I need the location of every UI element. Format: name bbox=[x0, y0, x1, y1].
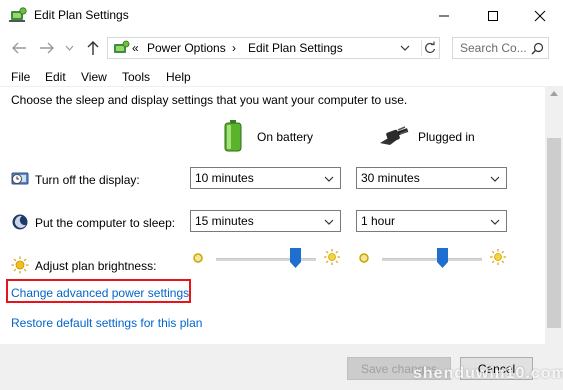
brightness-low-icon bbox=[193, 253, 203, 263]
slider-track bbox=[216, 258, 316, 261]
brightness-high-icon bbox=[324, 249, 340, 265]
forward-button[interactable] bbox=[38, 39, 56, 57]
display-off-plugged-select[interactable]: 30 minutes bbox=[356, 167, 507, 189]
search-icon bbox=[531, 42, 544, 55]
column-plugged-in: Plugged in bbox=[418, 130, 475, 144]
sleep-plugged-select[interactable]: 1 hour bbox=[356, 210, 507, 232]
display-timer-icon bbox=[11, 172, 29, 185]
brightness-battery-handle[interactable] bbox=[290, 248, 301, 268]
menu-help[interactable]: Help bbox=[166, 70, 191, 84]
chevron-down-icon bbox=[324, 219, 334, 225]
up-button[interactable] bbox=[84, 39, 102, 57]
watermark-text: shenduwin10.com bbox=[413, 365, 563, 382]
minimize-icon bbox=[439, 15, 449, 16]
display-off-battery-value: 10 minutes bbox=[195, 171, 254, 185]
column-on-battery: On battery bbox=[257, 130, 314, 144]
display-off-label: Turn off the display: bbox=[35, 173, 140, 187]
address-field[interactable]: « Power Options › Edit Plan Settings bbox=[107, 37, 440, 59]
breadcrumb-separator[interactable]: › bbox=[232, 41, 236, 55]
brightness-high-icon bbox=[490, 249, 506, 265]
sleep-moon-icon bbox=[12, 214, 28, 230]
window-title: Edit Plan Settings bbox=[34, 8, 129, 22]
address-overflow[interactable]: « bbox=[132, 41, 139, 55]
maximize-icon bbox=[488, 10, 498, 21]
back-arrow-icon bbox=[12, 42, 26, 54]
menu-tools[interactable]: Tools bbox=[122, 70, 150, 84]
plan-settings-panel: Choose the sleep and display settings th… bbox=[0, 86, 545, 344]
address-dropdown-button[interactable] bbox=[398, 41, 412, 55]
close-button[interactable] bbox=[517, 0, 563, 31]
chevron-down-icon bbox=[400, 45, 410, 51]
scroll-thumb[interactable] bbox=[547, 138, 561, 328]
minimize-button[interactable] bbox=[421, 0, 467, 31]
change-advanced-settings-link[interactable]: Change advanced power settings bbox=[11, 286, 189, 300]
breadcrumb-power-options[interactable]: Power Options bbox=[147, 41, 226, 55]
chevron-down-icon bbox=[65, 45, 73, 51]
refresh-button[interactable] bbox=[421, 40, 437, 56]
display-off-battery-select[interactable]: 10 minutes bbox=[190, 167, 341, 189]
sleep-battery-value: 15 minutes bbox=[195, 214, 254, 228]
battery-icon bbox=[224, 120, 242, 152]
search-input[interactable] bbox=[460, 41, 528, 55]
power-options-small-icon bbox=[114, 40, 130, 53]
address-bar-row: « Power Options › Edit Plan Settings bbox=[0, 31, 563, 65]
brightness-battery-slider[interactable] bbox=[216, 248, 316, 272]
scroll-up-icon[interactable] bbox=[550, 91, 558, 96]
brightness-low-icon bbox=[359, 253, 369, 263]
slider-track bbox=[382, 258, 482, 261]
restore-defaults-link[interactable]: Restore default settings for this plan bbox=[11, 316, 202, 330]
up-arrow-icon bbox=[87, 41, 99, 55]
back-button[interactable] bbox=[10, 39, 28, 57]
maximize-button[interactable] bbox=[470, 0, 516, 31]
menu-edit[interactable]: Edit bbox=[45, 70, 66, 84]
refresh-icon bbox=[425, 41, 436, 53]
vertical-scrollbar[interactable] bbox=[545, 86, 563, 344]
close-icon bbox=[534, 10, 546, 21]
brightness-plugged-slider[interactable] bbox=[382, 248, 482, 272]
intro-text: Choose the sleep and display settings th… bbox=[11, 93, 408, 107]
recent-locations-button[interactable] bbox=[63, 39, 75, 57]
menu-view[interactable]: View bbox=[81, 70, 107, 84]
brightness-plugged-handle[interactable] bbox=[437, 248, 448, 268]
forward-arrow-icon bbox=[40, 42, 54, 54]
chevron-down-icon bbox=[324, 176, 334, 182]
plug-icon bbox=[380, 126, 409, 145]
title-bar: Edit Plan Settings bbox=[0, 0, 563, 31]
brightness-label: Adjust plan brightness: bbox=[35, 259, 157, 273]
display-off-plugged-value: 30 minutes bbox=[361, 171, 420, 185]
menu-bar: File Edit View Tools Help bbox=[0, 67, 563, 86]
menu-file[interactable]: File bbox=[11, 70, 30, 84]
power-options-icon bbox=[9, 7, 27, 22]
search-field[interactable] bbox=[452, 37, 549, 59]
chevron-down-icon bbox=[490, 219, 500, 225]
brightness-sun-icon bbox=[11, 256, 29, 274]
sleep-label: Put the computer to sleep: bbox=[35, 216, 176, 230]
sleep-plugged-value: 1 hour bbox=[361, 214, 396, 228]
chevron-down-icon bbox=[490, 176, 500, 182]
sleep-battery-select[interactable]: 15 minutes bbox=[190, 210, 341, 232]
breadcrumb-edit-plan-settings: Edit Plan Settings bbox=[248, 41, 343, 55]
